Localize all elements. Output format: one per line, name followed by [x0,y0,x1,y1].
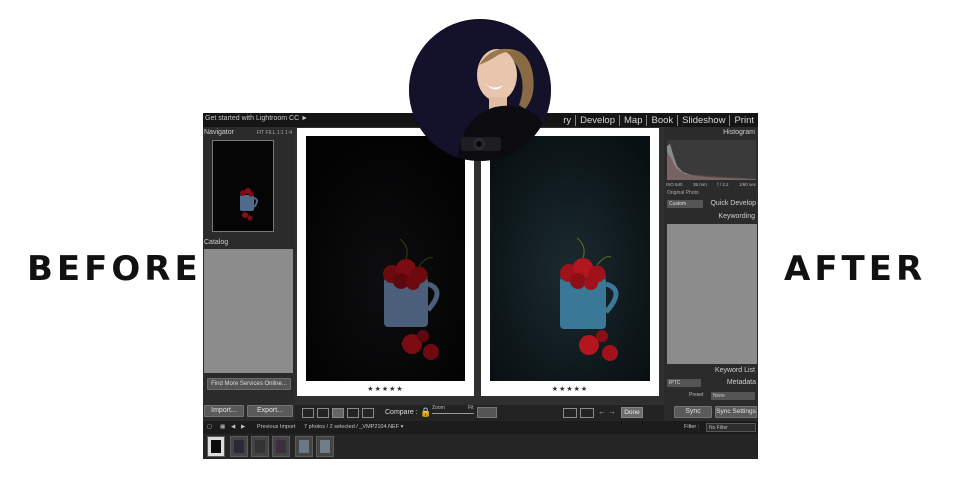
center-toolbar: Compare : 🔒 Zoom Fit ← → Done [295,405,664,421]
filmstrip-thumbnail[interactable] [316,436,334,457]
filmstrip-bar: ▢ ▦ ◀ ▶ Previous Import 7 photos / 2 sel… [203,421,758,434]
catalog-header[interactable]: Catalog [204,239,228,246]
selection-info: 7 photos / 2 selected / _VMP2104.NEF ▾ [304,424,404,430]
get-started-link[interactable]: Get started with Lightroom CC ► [205,115,308,122]
keywording-header[interactable]: Keywording [718,213,755,220]
exif-focal-length: 35 mm [692,182,707,187]
module-picker: ry Develop Map Book Slideshow Print [559,113,758,127]
survey-view-icon[interactable] [347,408,359,418]
exif-shutter: 1/60 sec [738,182,756,187]
quick-develop-row: Custom Quick Develop [667,199,757,209]
back-arrow-icon[interactable]: ← [598,407,606,416]
import-button[interactable]: Import... [204,405,244,417]
histogram-graph [667,144,756,180]
catalog-panel-body [204,249,293,373]
navigator-preview-image [213,141,273,231]
lightroom-window: Get started with Lightroom CC ► ry Devel… [203,113,758,459]
compare-view: ★★★★★ ★★★★★ [295,127,664,405]
keyword-list-header[interactable]: Keyword List [715,367,755,374]
module-develop[interactable]: Develop [575,114,619,126]
module-print[interactable]: Print [729,114,758,126]
import-export-bar: Import... Export... [203,402,295,420]
filter-label: Filter : [684,424,700,430]
before-photo-frame[interactable]: ★★★★★ [297,128,474,396]
preset-row: Preset None [667,391,757,401]
metadata-view-select[interactable]: IPTC [667,379,701,387]
photographer-portrait [409,19,551,161]
sync-button[interactable]: Sync [674,406,712,418]
stage: BEFORE AFTER Get started with Lightroom … [0,0,960,480]
keywording-panel-body [667,224,757,364]
loupe-view-icon[interactable] [317,408,329,418]
after-label: AFTER [784,249,927,289]
original-photo-checkbox[interactable]: Original Photo [667,190,699,196]
filmstrip-thumbnail[interactable] [272,436,290,457]
module-library[interactable]: ry [559,115,575,126]
before-photo-image [306,136,465,381]
metadata-row: IPTC Metadata [667,378,757,389]
sync-settings-button[interactable]: Sync Settings [715,406,757,418]
histogram [667,140,756,180]
exif-info: ISO 640 35 mm f / 2.2 1/60 sec [666,182,756,187]
right-panel: Histogram ISO 640 35 mm f / 2.2 1/60 sec… [664,127,758,421]
grid-view-icon[interactable] [302,408,314,418]
preset-select[interactable]: None [711,392,755,400]
module-slideshow[interactable]: Slideshow [677,114,729,126]
navigator-preview[interactable] [212,140,274,232]
sync-bar: Sync Sync Settings [664,404,758,421]
done-button[interactable]: Done [621,407,643,418]
exif-iso: ISO 640 [666,182,683,187]
grid-icon[interactable]: ▦ [220,424,225,430]
zoom-slider[interactable] [432,413,474,414]
zoom-label: Zoom [432,405,445,411]
swap-icon[interactable] [563,408,577,418]
after-photo-frame[interactable]: ★★★★★ [481,128,659,396]
exif-aperture: f / 2.2 [717,182,729,187]
before-rating-stars[interactable]: ★★★★★ [297,385,474,393]
find-more-services-button[interactable]: Find More Services Online... [207,378,291,390]
back-arrow-icon[interactable]: ◀ [231,424,235,430]
compare-view-icon[interactable] [332,408,344,418]
photographer-avatar [409,19,551,161]
filmstrip [203,434,758,459]
forward-arrow-icon[interactable]: → [608,407,616,416]
preset-label: Preset [689,392,704,398]
metadata-header[interactable]: Metadata [727,379,756,386]
lock-icon[interactable]: 🔒 [420,407,431,418]
histogram-header[interactable]: Histogram [723,129,755,136]
sync-compare-button[interactable] [477,407,497,418]
compare-label: Compare : [385,409,418,416]
make-select-icon[interactable] [580,408,594,418]
people-view-icon[interactable] [362,408,374,418]
filmstrip-thumbnail[interactable] [230,436,248,457]
module-map[interactable]: Map [619,114,646,126]
navigator-zoom-options[interactable]: FIT FILL 1:1 1:4 [257,130,292,136]
quick-develop-header[interactable]: Quick Develop [710,200,756,207]
forward-arrow-icon[interactable]: ▶ [241,424,245,430]
filmstrip-thumbnail[interactable] [295,436,313,457]
second-window-icon[interactable]: ▢ [207,424,212,430]
filter-select[interactable]: No Filter [706,423,756,432]
fit-label: Fit [468,405,474,411]
after-photo-image [490,136,650,381]
filmstrip-thumbnail[interactable] [207,436,225,457]
filmstrip-thumbnail[interactable] [251,436,269,457]
saved-preset-select[interactable]: Custom [667,200,703,208]
before-label: BEFORE [27,249,202,289]
navigator-header[interactable]: Navigator [204,129,234,136]
export-button[interactable]: Export... [247,405,293,417]
source-label[interactable]: Previous Import [257,424,296,430]
after-photo [490,136,650,381]
module-book[interactable]: Book [646,114,677,126]
before-photo [306,136,465,381]
after-rating-stars[interactable]: ★★★★★ [481,385,659,393]
left-panel: Navigator FIT FILL 1:1 1:4 Catalog Find … [203,127,295,421]
